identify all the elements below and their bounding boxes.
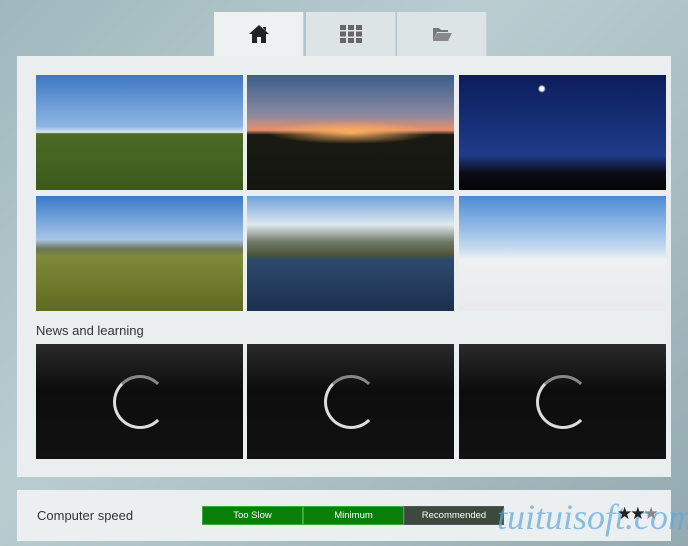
environment-tile[interactable]: [247, 196, 454, 311]
star-filled-icon: ★: [630, 504, 645, 523]
tab-folder[interactable]: [397, 12, 487, 56]
environment-tile[interactable]: [36, 75, 243, 190]
loading-spinner-icon: [112, 374, 167, 429]
home-icon: [248, 25, 269, 43]
computer-speed-label: Computer speed: [37, 508, 134, 523]
star-empty-icon: ★: [643, 504, 659, 523]
environment-tile[interactable]: [459, 75, 666, 190]
environment-tile[interactable]: [36, 196, 243, 311]
speed-level-minimum: Minimum: [303, 506, 404, 525]
watermark: tuituisoft.com: [497, 497, 688, 537]
grid-icon: [339, 25, 362, 43]
news-item[interactable]: [36, 344, 243, 459]
tab-home[interactable]: [214, 12, 304, 56]
loading-spinner-icon: [323, 374, 378, 429]
speed-rating: ★★★: [617, 504, 659, 524]
tab-grid[interactable]: [306, 12, 396, 56]
news-section-title: News and learning: [36, 323, 144, 338]
environment-tile[interactable]: [247, 75, 454, 190]
content-panel: News and learning: [17, 56, 671, 477]
environment-tile[interactable]: [459, 196, 666, 311]
star-filled-icon: ★: [617, 504, 632, 523]
speed-level-too-slow: Too Slow: [202, 506, 303, 525]
news-item[interactable]: [247, 344, 454, 459]
loading-spinner-icon: [535, 374, 590, 429]
folder-icon: [432, 28, 452, 41]
speed-level-recommended: Recommended: [404, 506, 504, 525]
computer-speed-bar: Computer speed Too Slow Minimum Recommen…: [17, 490, 688, 541]
news-item[interactable]: [459, 344, 666, 459]
